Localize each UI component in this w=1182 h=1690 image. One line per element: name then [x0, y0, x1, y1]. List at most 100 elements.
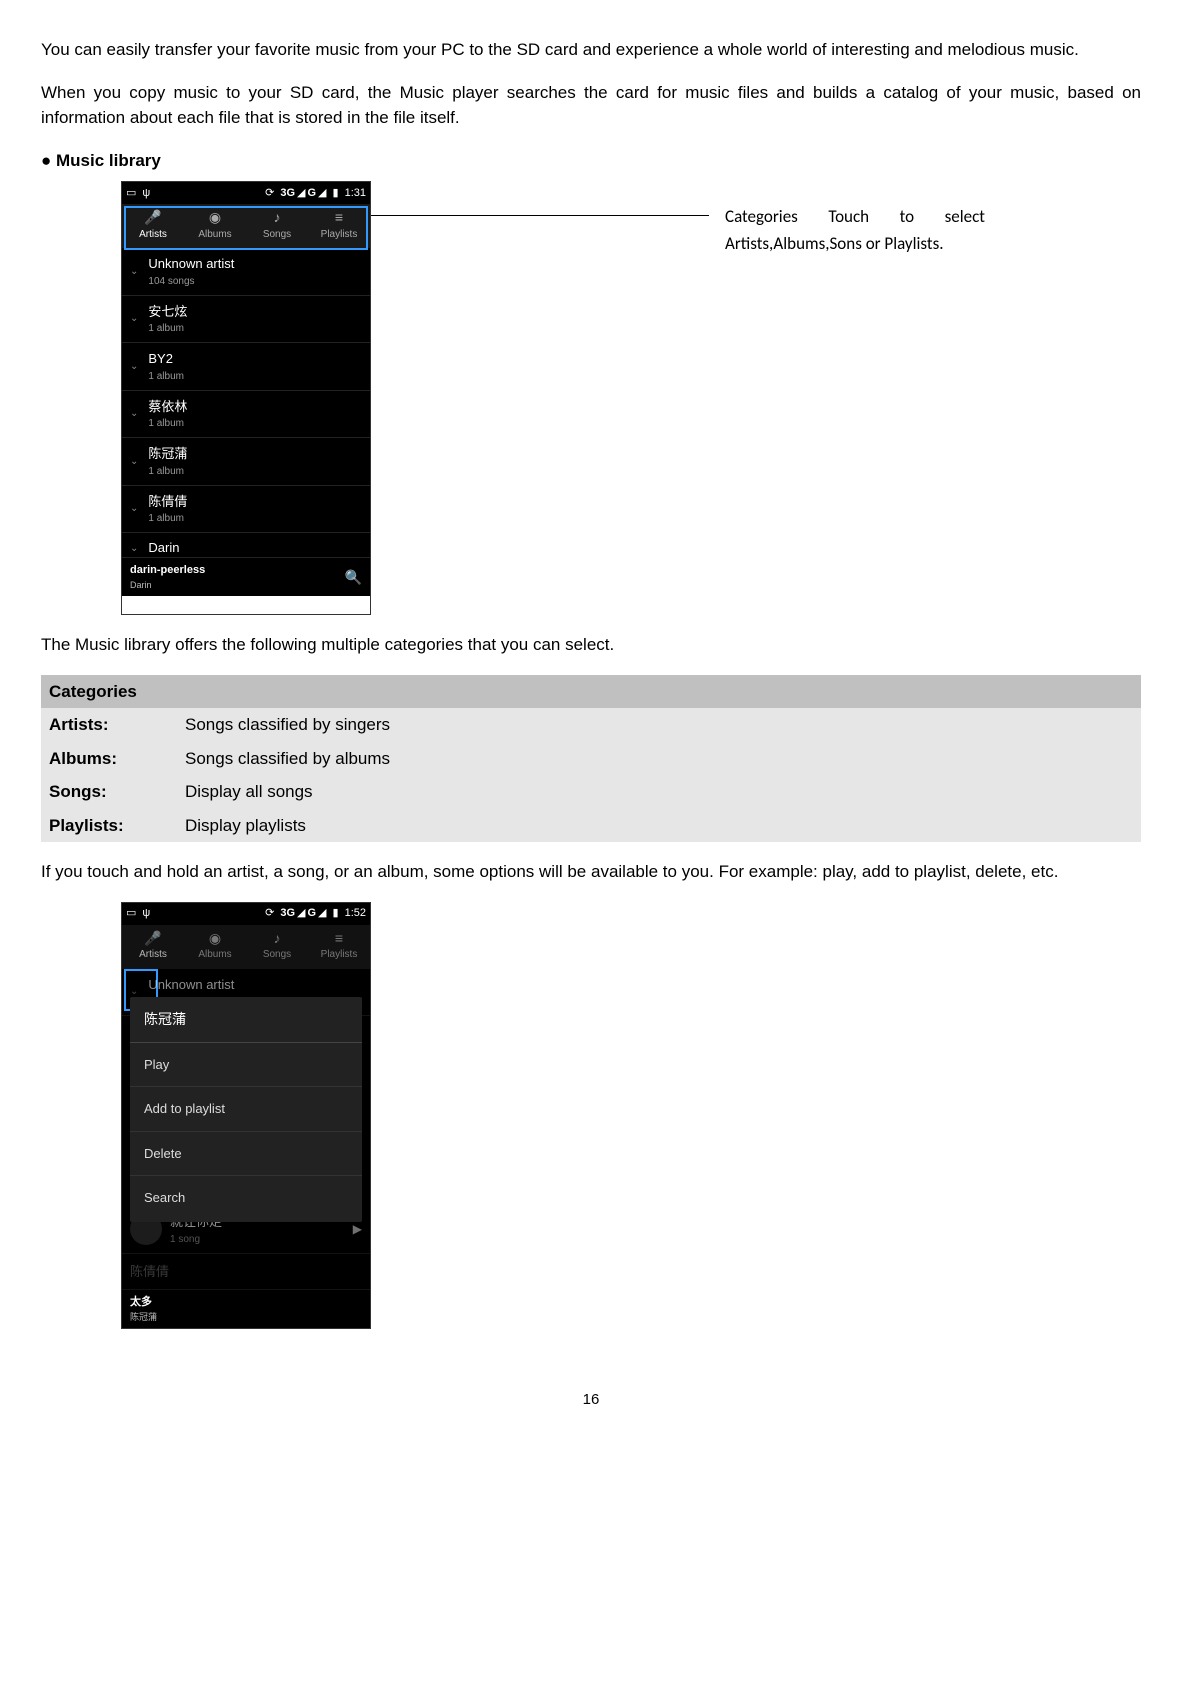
artist-name: Unknown artist [148, 975, 234, 995]
chevron-down-icon: ⌄ [130, 454, 138, 469]
artist-subtitle: 104 songs [148, 274, 234, 289]
tab-label: Artists [139, 947, 167, 962]
callout-text: Categories Touch to select Artists,Album… [709, 181, 985, 257]
context-menu-delete[interactable]: Delete [130, 1132, 362, 1177]
artist-subtitle: 1 album [148, 321, 187, 336]
music-library-categories-text: The Music library offers the following m… [41, 632, 1141, 658]
artist-subtitle: 1 album [148, 464, 187, 479]
tab-label: Artists [139, 227, 167, 242]
context-menu-play[interactable]: Play [130, 1043, 362, 1088]
search-icon[interactable]: 🔍 [345, 567, 362, 588]
battery-icon: ▮ [333, 905, 339, 922]
artist-row[interactable]: ⌄ BY21 album [122, 343, 370, 391]
category-key: Songs: [41, 775, 177, 809]
signal-icon: ◢ [318, 185, 326, 202]
artist-name: 蔡依林 [148, 397, 187, 417]
tab-label: Playlists [321, 227, 358, 242]
context-menu-add-to-playlist[interactable]: Add to playlist [130, 1087, 362, 1132]
tab-songs[interactable]: ♪ Songs [246, 925, 308, 969]
context-menu-search[interactable]: Search [130, 1176, 362, 1220]
artist-name: BY2 [148, 349, 184, 369]
artist-row[interactable]: ⌄ Darin [122, 533, 370, 558]
page-number: 16 [41, 1389, 1141, 1412]
category-value: Display all songs [177, 775, 1141, 809]
chevron-down-icon: ⌄ [130, 541, 138, 556]
now-playing-bar[interactable]: darin-peerless Darin 🔍 [122, 558, 370, 596]
tab-albums[interactable]: ◉ Albums [184, 925, 246, 969]
category-value: Songs classified by albums [177, 742, 1141, 776]
category-value: Display playlists [177, 809, 1141, 843]
network-g-label: G [307, 185, 316, 202]
tab-playlists[interactable]: ≡ Playlists [308, 925, 370, 969]
tab-label: Albums [198, 947, 231, 962]
tab-playlists[interactable]: ≡ Playlists [308, 204, 370, 248]
callout-line2: Artists,Albums,Sons or Playlists. [725, 233, 944, 254]
categories-table: Categories Artists: Songs classified by … [41, 675, 1141, 843]
status-bar: ▭ ψ ⟳ 3G ◢ G ◢ ▮ 1:52 [122, 903, 370, 925]
music-tabs: 🎤 Artists ◉ Albums ♪ Songs ≡ Playlists [122, 925, 370, 969]
tab-songs[interactable]: ♪ Songs [246, 204, 308, 248]
artist-row[interactable]: ⌄ 安七炫1 album [122, 296, 370, 344]
list-icon: ≡ [329, 211, 349, 225]
status-bar: ▭ ψ ⟳ 3G ◢ G ◢ ▮ 1:31 [122, 182, 370, 204]
artist-row[interactable]: ⌄ Unknown artist104 songs [122, 248, 370, 296]
note-icon: ♪ [267, 931, 287, 945]
context-menu-title: 陈冠蒲 [130, 999, 362, 1043]
context-menu: 陈冠蒲 Play Add to playlist Delete Search [130, 997, 362, 1222]
table-header-row: Categories [41, 675, 1141, 709]
signal-icon: ◢ [297, 905, 305, 922]
table-row: Artists: Songs classified by singers [41, 708, 1141, 742]
song-subtitle: 1 song [170, 1232, 353, 1247]
now-playing-title: 太多 [130, 1294, 157, 1311]
table-row: Playlists: Display playlists [41, 809, 1141, 843]
status-time: 1:31 [345, 185, 366, 202]
tab-artists[interactable]: 🎤 Artists [122, 204, 184, 248]
figure-context-menu: ▭ ψ ⟳ 3G ◢ G ◢ ▮ 1:52 🎤 Artists ◉ Albums [121, 902, 1141, 1330]
status-time: 1:52 [345, 905, 366, 922]
figure-music-library: ▭ ψ ⟳ 3G ◢ G ◢ ▮ 1:31 🎤 Artists ◉ Albums [121, 181, 1141, 615]
usb-icon: ψ [142, 185, 150, 202]
reload-icon: ⟳ [265, 905, 274, 922]
category-key: Albums: [41, 742, 177, 776]
signal-icon: ◢ [318, 905, 326, 922]
note-icon: ♪ [267, 211, 287, 225]
table-row: Songs: Display all songs [41, 775, 1141, 809]
status-icon: ▭ [126, 905, 136, 922]
play-icon: ▶ [353, 1220, 362, 1238]
tab-label: Songs [263, 947, 291, 962]
network-3g-label: 3G [280, 185, 295, 202]
chevron-down-icon: ⌄ [130, 501, 138, 516]
artist-row[interactable]: ⌄ 蔡依林1 album [122, 391, 370, 439]
context-menu-text: If you touch and hold an artist, a song,… [41, 859, 1141, 885]
reload-icon: ⟳ [265, 185, 274, 202]
artist-name: 陈倩倩 [130, 1262, 169, 1282]
artist-name: Darin [148, 538, 179, 558]
usb-icon: ψ [142, 905, 150, 922]
now-playing-bar[interactable]: 太多 陈冠蒲 [122, 1290, 370, 1328]
mic-icon: 🎤 [143, 931, 163, 945]
callout-line1: Categories Touch to select [725, 203, 985, 230]
mic-icon: 🎤 [143, 211, 163, 225]
tab-label: Playlists [321, 947, 358, 962]
chevron-down-icon: ⌄ [130, 311, 138, 326]
intro-paragraph-1: You can easily transfer your favorite mu… [41, 37, 1141, 63]
battery-icon: ▮ [333, 185, 339, 202]
artist-name: 安七炫 [148, 302, 187, 322]
disc-icon: ◉ [205, 211, 225, 225]
callout-leader-line [369, 215, 709, 218]
category-key: Artists: [41, 708, 177, 742]
artist-row[interactable]: ⌄ 陈倩倩1 album [122, 486, 370, 534]
category-key: Playlists: [41, 809, 177, 843]
now-playing-artist: 陈冠蒲 [130, 1311, 157, 1325]
artist-row: 陈倩倩 [122, 1254, 370, 1291]
chevron-down-icon: ⌄ [130, 406, 138, 421]
tab-albums[interactable]: ◉ Albums [184, 204, 246, 248]
network-g-label: G [307, 905, 316, 922]
artist-name: 陈冠蒲 [148, 444, 187, 464]
artist-row[interactable]: ⌄ 陈冠蒲1 album [122, 438, 370, 486]
disc-icon: ◉ [205, 931, 225, 945]
tab-artists[interactable]: 🎤 Artists [122, 925, 184, 969]
now-playing-title: darin-peerless [130, 562, 205, 579]
artist-subtitle: 1 album [148, 416, 187, 431]
status-icon: ▭ [126, 185, 136, 202]
